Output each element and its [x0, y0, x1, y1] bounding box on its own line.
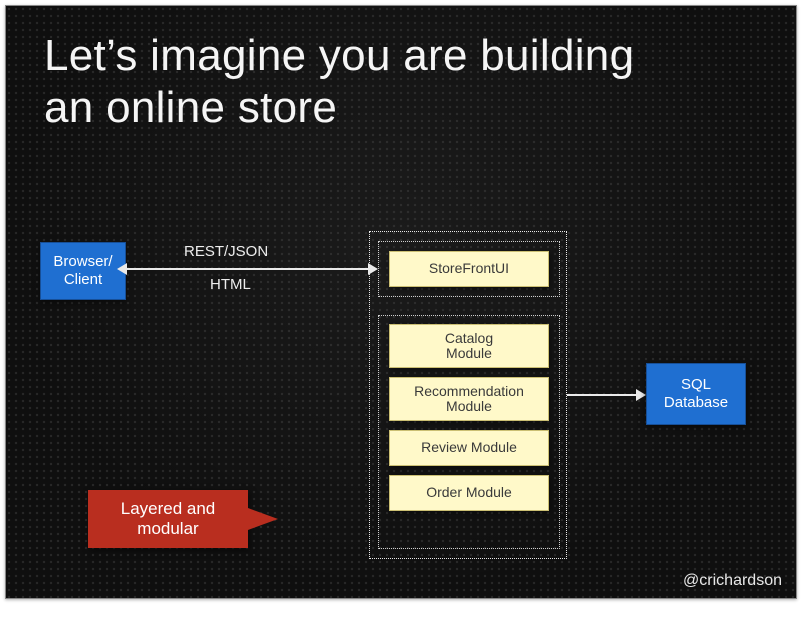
browser-client-box: Browser/Client — [40, 242, 126, 300]
storefront-ui-box: StoreFrontUI — [389, 251, 549, 287]
arrow-label-rest-json: REST/JSON — [184, 243, 268, 260]
sql-database-box: SQLDatabase — [646, 363, 746, 425]
order-module-box: Order Module — [389, 475, 549, 511]
db-arrow — [567, 394, 637, 396]
arrow-label-html: HTML — [210, 276, 251, 293]
author-handle: @crichardson — [683, 572, 782, 590]
modules-layer-container: CatalogModule RecommendationModule Revie… — [378, 315, 560, 549]
ui-layer-container: StoreFrontUI — [378, 241, 560, 297]
review-module-box: Review Module — [389, 430, 549, 466]
layered-modular-callout: Layered andmodular — [88, 490, 248, 548]
catalog-module-box: CatalogModule — [389, 324, 549, 368]
rest-html-arrow — [126, 268, 369, 270]
page-margin-bottom — [0, 604, 802, 620]
slide-title: Let’s imagine you are building an online… — [44, 30, 684, 134]
slide: Let’s imagine you are building an online… — [5, 5, 797, 599]
application-container: StoreFrontUI CatalogModule Recommendatio… — [369, 231, 567, 559]
recommendation-module-box: RecommendationModule — [389, 377, 549, 421]
